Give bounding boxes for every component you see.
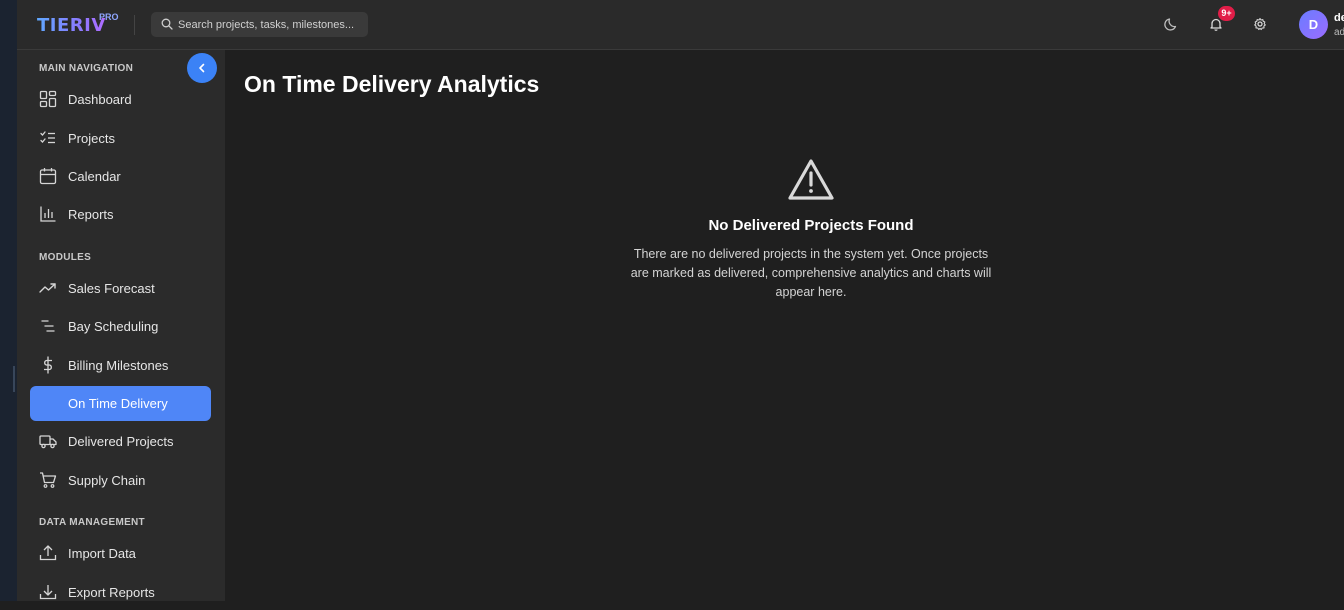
dark-mode-moon-icon[interactable] — [1163, 15, 1181, 33]
empty-state: No Delivered Projects Found There are no… — [605, 157, 1017, 302]
sidebar-item-billing-milestones[interactable]: Billing Milestones — [30, 348, 211, 383]
app-window: TIERIV PRO 9+ D de ad — [0, 0, 1344, 601]
sidebar-item-delivered-projects[interactable]: Delivered Projects — [30, 424, 211, 459]
main-content: On Time Delivery Analytics No Delivered … — [225, 50, 1344, 601]
sidebar-item-calendar[interactable]: Calendar — [30, 159, 211, 194]
sidebar-item-bay-scheduling[interactable]: Bay Scheduling — [30, 309, 211, 344]
dollar-icon — [44, 356, 52, 374]
shopping-cart-icon — [40, 472, 57, 488]
sidebar-item-label: Projects — [68, 131, 115, 146]
window-edge — [0, 0, 17, 601]
sidebar-item-label: Reports — [68, 207, 114, 222]
pro-badge: PRO — [99, 12, 119, 22]
sidebar-item-sales-forecast[interactable]: Sales Forecast — [30, 271, 211, 306]
sidebar-item-label: Bay Scheduling — [68, 319, 159, 334]
sidebar-item-label: Export Reports — [68, 585, 155, 600]
empty-state-title: No Delivered Projects Found — [708, 217, 914, 234]
sidebar-item-label: Calendar — [68, 169, 121, 184]
sidebar-item-dashboard[interactable]: Dashboard — [30, 82, 211, 117]
page-title: On Time Delivery Analytics — [244, 71, 540, 97]
sidebar-collapse-button[interactable] — [187, 53, 217, 83]
resize-handle[interactable] — [13, 366, 15, 392]
section-modules: MODULES — [39, 252, 92, 263]
search-input[interactable] — [178, 12, 364, 37]
sidebar-item-export-reports[interactable]: Export Reports — [30, 575, 211, 610]
chevron-left-icon — [199, 63, 205, 73]
notification-badge: 9+ — [1218, 6, 1235, 21]
warning-triangle-icon — [788, 159, 834, 200]
sidebar-item-label: Billing Milestones — [68, 358, 169, 373]
divider — [134, 15, 135, 35]
schedule-lines-icon — [41, 320, 55, 332]
sidebar-item-label: Import Data — [68, 546, 136, 561]
search-box[interactable] — [151, 12, 368, 37]
sidebar-item-on-time-delivery[interactable]: On Time Delivery — [30, 386, 211, 421]
sidebar-item-reports[interactable]: Reports — [30, 197, 211, 232]
sidebar-item-label: Delivered Projects — [68, 434, 174, 449]
sidebar: MAIN NAVIGATION Dashboard Projects Calen… — [17, 50, 225, 601]
bar-chart-icon — [40, 206, 56, 222]
sidebar-item-supply-chain[interactable]: Supply Chain — [30, 463, 211, 498]
dashboard-grid-icon — [39, 90, 57, 108]
empty-state-message: There are no delivered projects in the s… — [630, 247, 992, 299]
user-role: ad — [1334, 27, 1344, 38]
sidebar-item-import-data[interactable]: Import Data — [30, 536, 211, 571]
app-logo[interactable]: TIERIV — [37, 15, 106, 36]
user-avatar[interactable]: D — [1299, 10, 1328, 39]
sidebar-item-label: Sales Forecast — [68, 281, 155, 296]
download-icon — [39, 585, 57, 600]
section-main-navigation: MAIN NAVIGATION — [39, 63, 134, 74]
sidebar-item-label: On Time Delivery — [68, 396, 168, 411]
checklist-icon — [40, 131, 55, 144]
truck-icon — [39, 435, 57, 449]
calendar-icon — [39, 168, 57, 185]
settings-gear-icon[interactable] — [1251, 15, 1269, 33]
sidebar-item-projects[interactable]: Projects — [30, 121, 211, 156]
user-name: de — [1334, 12, 1344, 24]
top-bar: TIERIV PRO 9+ D de ad — [17, 0, 1344, 50]
trending-up-icon — [39, 283, 56, 293]
upload-icon — [39, 545, 57, 561]
sidebar-item-label: Dashboard — [68, 92, 132, 107]
sidebar-item-label: Supply Chain — [68, 473, 146, 488]
search-icon — [161, 18, 173, 30]
section-data-management: DATA MANAGEMENT — [39, 517, 145, 528]
